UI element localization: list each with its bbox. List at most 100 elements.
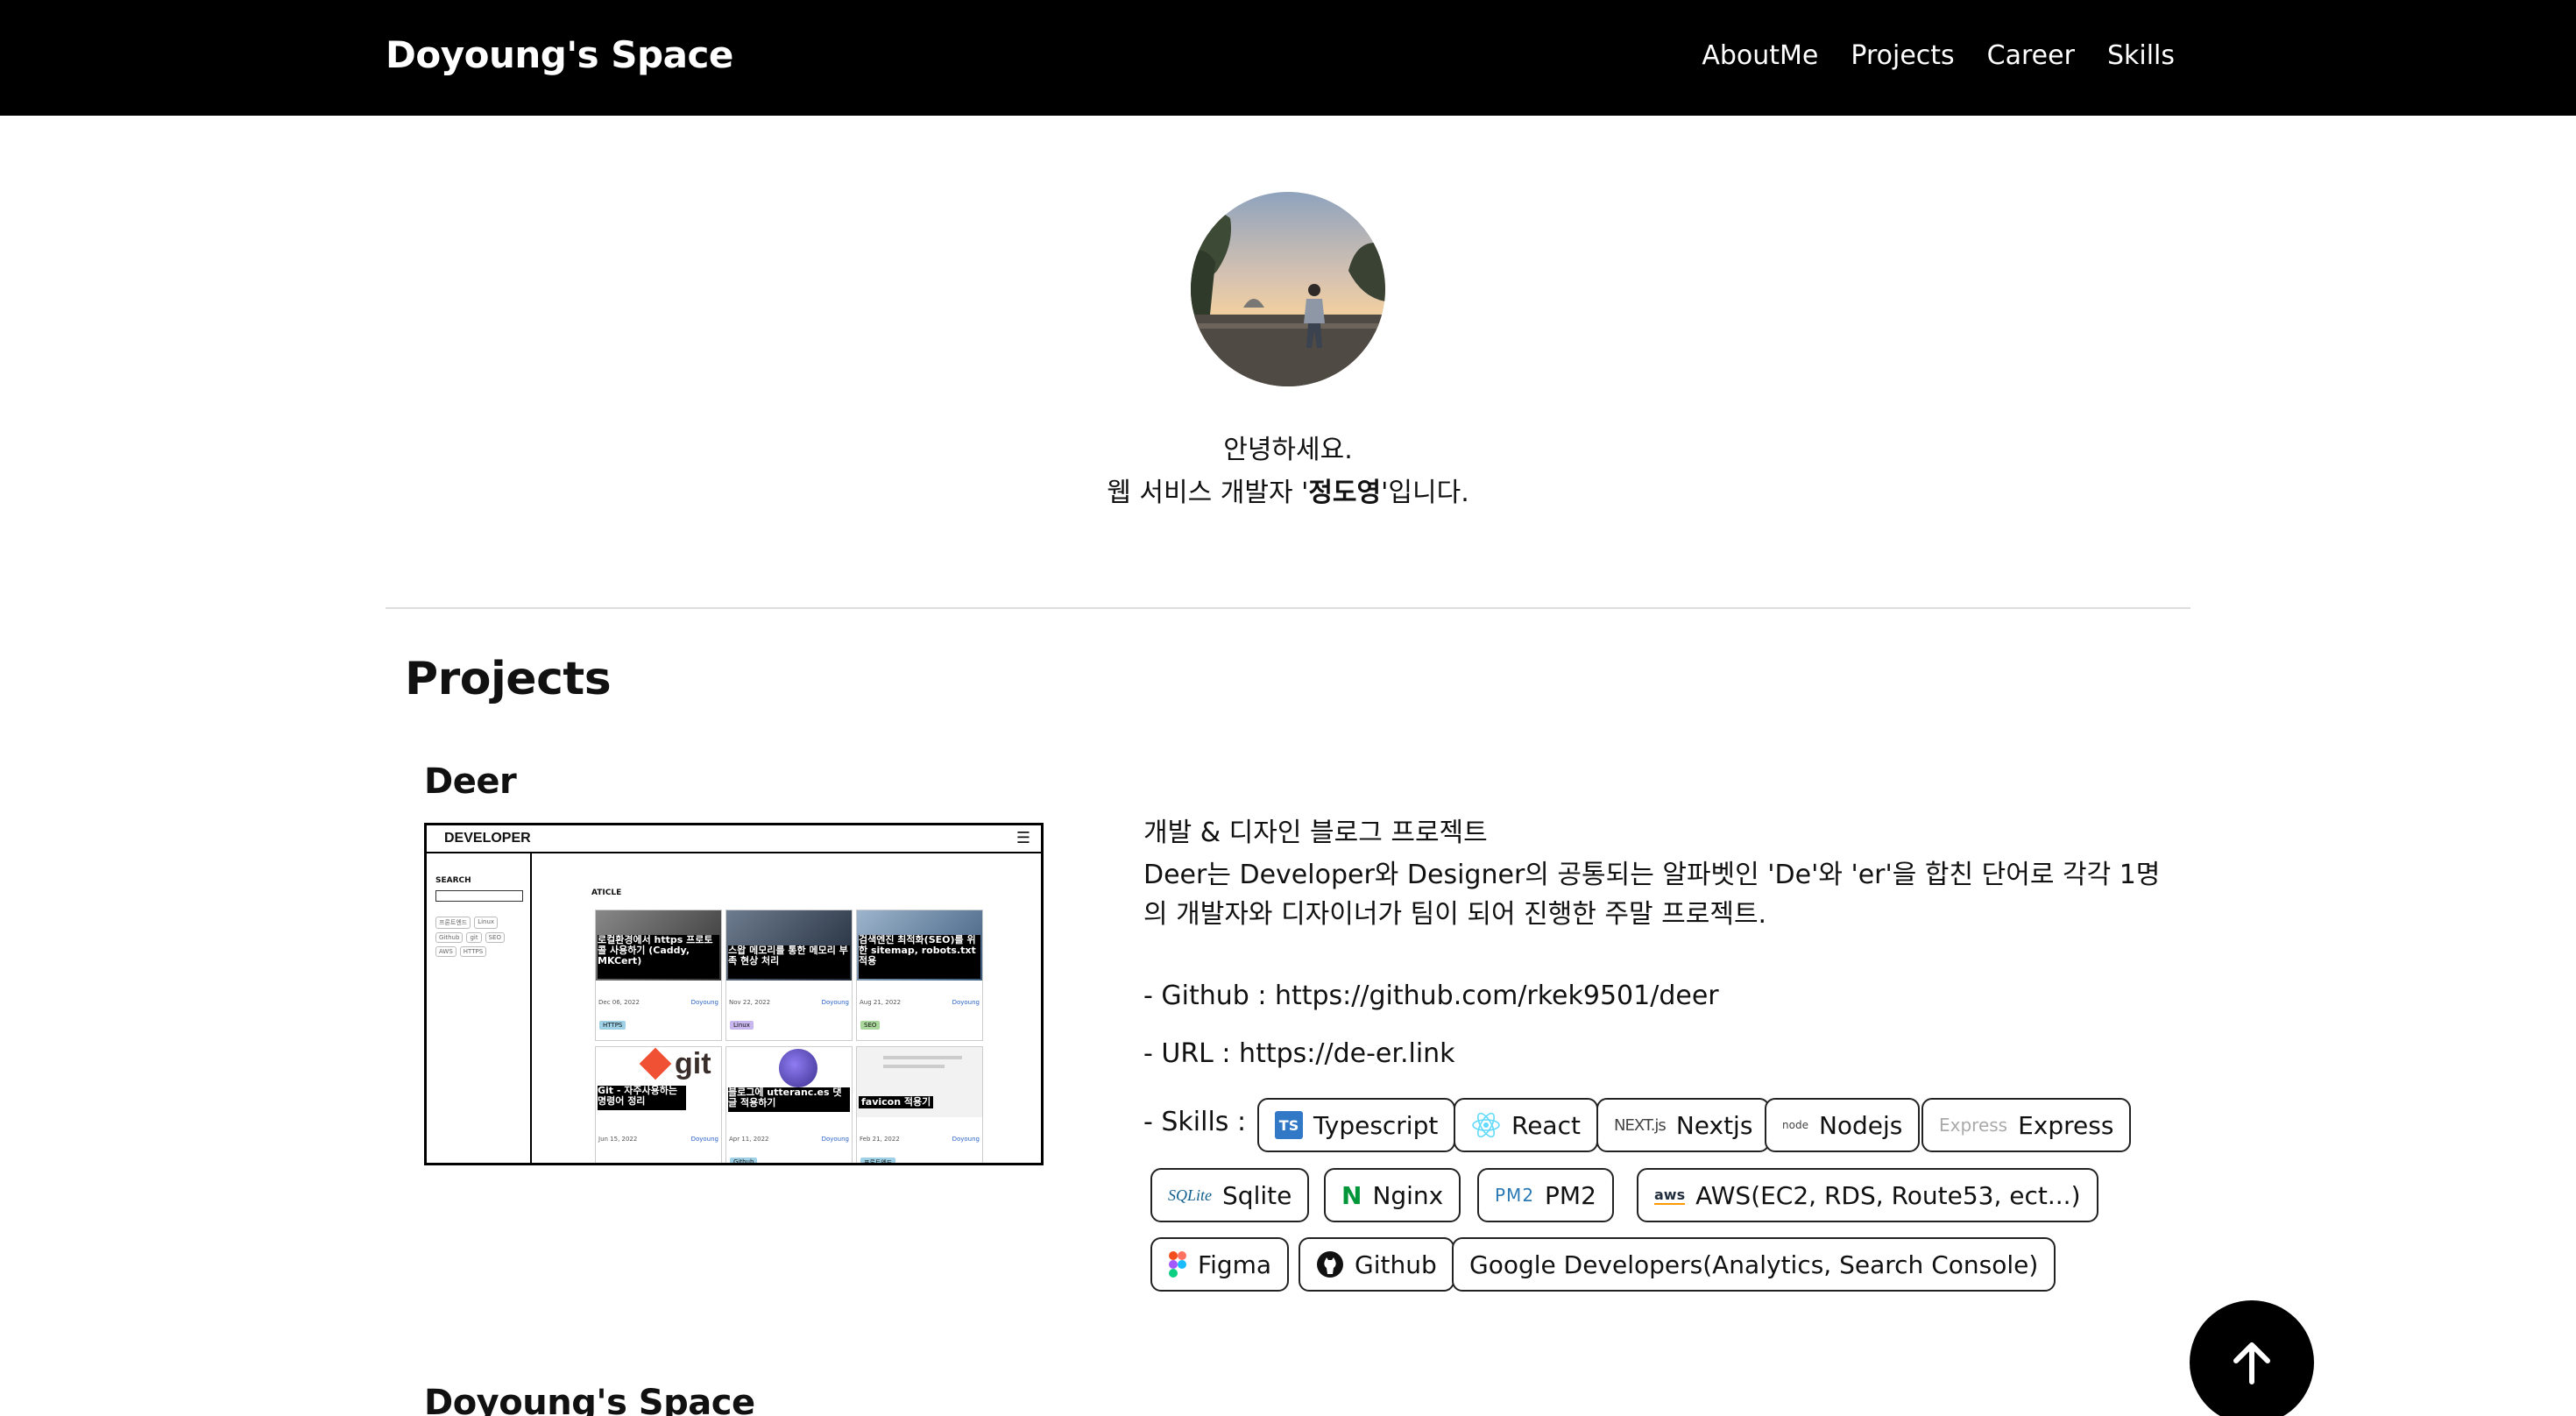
section-divider [386,607,2190,609]
skill-chip-label: Google Developers(Analytics, Search Cons… [1469,1250,2039,1279]
thumb-card: 로컬환경에서 https 프로토콜 사용하기 (Caddy, MKCert) D… [595,910,722,1041]
skill-chip-label: Express [2018,1110,2114,1140]
skill-chip-nodejs[interactable]: node Nodejs [1765,1098,1921,1152]
thumb-card-date: Nov 22, 2022 [729,999,771,1006]
thumb-card-image: 블로그에 utteranc.es 댓글 적용하기 [726,1047,852,1117]
thumb-sidebar: SEARCH 프론트엔드 Linux Github git SEO AWS HT… [427,853,532,1163]
project-thumbnail[interactable]: DEVELOPER ☰ SEARCH 프론트엔드 Linux Github gi… [424,823,1044,1165]
thumb-card-image: favicon 적용기 [857,1047,982,1117]
thumb-tag: HTTPS [459,946,487,957]
github-icon [1316,1250,1344,1278]
skill-chip-pm2[interactable]: PM2 PM2 [1477,1168,1614,1222]
project-github-link[interactable]: - Github : https://github.com/rkek9501/d… [1143,976,1719,1016]
skill-chip-typescript[interactable]: TS Typescript [1257,1098,1456,1152]
skill-chip-google-developers[interactable]: Google Developers(Analytics, Search Cons… [1452,1237,2056,1292]
project-url-link[interactable]: - URL : https://de-er.link [1143,1034,1455,1073]
thumb-card: git Git - 자주사용하는 명령어 정리 Jun 15, 2022 Doyo… [595,1046,722,1163]
thumb-menu-icon: ☰ [1016,829,1030,847]
thumb-search-label: SEARCH [435,876,471,885]
thumb-card-tag: HTTPS [599,1021,626,1030]
react-icon [1471,1110,1501,1140]
git-logo-icon [639,1047,672,1080]
skill-chip-sqlite[interactable]: SQLite Sqlite [1150,1168,1310,1222]
thumb-card-author: Doyoung [821,999,849,1006]
git-wordmark: git [675,1047,711,1080]
project-title-deer: Deer [424,761,517,802]
thumb-card-author: Doyoung [690,999,718,1006]
nginx-icon: N [1341,1180,1362,1210]
skill-chip-label: React [1511,1110,1581,1140]
thumb-card: 스왑 메모리를 통한 메모리 부족 현상 처리 Nov 22, 2022 Doyo… [725,910,853,1041]
sqlite-icon: SQLite [1168,1186,1213,1204]
thumb-card-date: Feb 21, 2022 [860,1136,900,1143]
nextjs-icon: NEXT.js [1614,1115,1667,1135]
thumb-card-date: Apr 11, 2022 [729,1136,769,1143]
skill-chip-label: Figma [1198,1250,1272,1279]
brand-logo[interactable]: Doyoung's Space [386,33,733,76]
skill-chip-github[interactable]: Github [1299,1237,1454,1292]
skill-chip-nextjs[interactable]: NEXT.js Nextjs [1596,1098,1771,1152]
thumb-tag: Github [435,932,464,943]
nav-link-career[interactable]: Career [1987,40,2075,71]
project-description-line-1: Deer는 Developer와 Designer의 공통되는 알파벳인 'De… [1143,860,2161,890]
skill-chip-label: Nextjs [1675,1110,1753,1140]
thumb-card-author: Doyoung [952,999,980,1006]
thumb-card-title: 블로그에 utteranc.es 댓글 적용하기 [728,1087,850,1112]
thumb-card: 블로그에 utteranc.es 댓글 적용하기 Apr 11, 2022 Doy… [725,1046,853,1163]
thumb-tag: git [466,932,482,943]
utterances-logo-icon [779,1049,817,1087]
project-summary: 개발 & 디자인 블로그 프로젝트 [1143,818,1488,848]
scroll-to-top-button[interactable] [2190,1300,2314,1416]
thumb-card-tag: SEO [860,1021,881,1030]
thumb-logo: DEVELOPER [444,831,531,846]
nav-link-skills[interactable]: Skills [2107,40,2175,71]
thumb-card-tag: Linux [730,1021,754,1030]
skill-chip-label: Github [1355,1250,1437,1279]
thumb-card: 검색엔진 최적화(SEO)를 위한 sitemap, robots.txt 적용… [856,910,983,1041]
thumb-card-author: Doyoung [821,1136,849,1143]
skill-chip-label: AWS(EC2, RDS, Route53, ect...) [1695,1180,2081,1210]
skill-chip-label: Nodejs [1818,1110,1903,1140]
skill-chip-label: Typescript [1313,1110,1439,1140]
thumb-card-author: Doyoung [690,1136,718,1143]
thumb-card-title: Git - 자주사용하는 명령어 정리 [598,1086,686,1110]
thumb-card-date: Dec 06, 2022 [598,999,640,1006]
skill-chip-nginx[interactable]: N Nginx [1324,1168,1461,1222]
project-title-doyoungs-space: Doyoung's Space [424,1383,755,1416]
thumb-card: favicon 적용기 Feb 21, 2022 Doyoung 프론트엔드 [856,1046,983,1163]
nav-link-aboutme[interactable]: AboutMe [1702,40,1818,71]
thumb-card-date: Aug 21, 2022 [860,999,902,1006]
greeting-line-1: 안녕하세요. [1223,435,1353,465]
thumb-card-title: 로컬환경에서 https 프로토콜 사용하기 (Caddy, MKCert) [598,935,719,979]
express-icon: Express [1939,1115,2008,1136]
typescript-icon: TS [1275,1111,1303,1139]
skill-chip-aws[interactable]: aws AWS(EC2, RDS, Route53, ect...) [1637,1168,2098,1222]
skill-chip-react[interactable]: React [1454,1098,1598,1152]
skill-chip-label: Nginx [1372,1180,1444,1210]
section-title-projects: Projects [405,653,612,705]
thumb-card-author: Doyoung [952,1136,980,1143]
thumb-tag-list: 프론트엔드 Linux Github git SEO AWS HTTPS [435,917,527,957]
thumb-card-title: favicon 적용기 [859,1096,934,1108]
thumb-tag: AWS [435,946,456,957]
thumb-card-date: Jun 15, 2022 [598,1136,638,1143]
thumb-article-label: ATICLE [591,889,622,897]
thumb-header: DEVELOPER ☰ [427,825,1041,853]
pm2-icon: PM2 [1495,1185,1535,1206]
thumb-card-image: 검색엔진 최적화(SEO)를 위한 sitemap, robots.txt 적용 [857,910,982,981]
thumb-card-image: 로컬환경에서 https 프로토콜 사용하기 (Caddy, MKCert) [596,910,721,981]
thumb-card-image: 스왑 메모리를 통한 메모리 부족 현상 처리 [726,910,852,981]
thumb-card-tag: 프론트엔드 [860,1158,896,1163]
skill-chip-label: PM2 [1545,1180,1596,1210]
skill-chip-express[interactable]: Express Express [1921,1098,2132,1152]
thumb-card-image: git Git - 자주사용하는 명령어 정리 [596,1047,721,1117]
aws-icon: aws [1654,1186,1686,1205]
skill-chip-figma[interactable]: Figma [1150,1237,1290,1292]
nav-link-projects[interactable]: Projects [1851,40,1954,71]
greeting-name: 정도영 [1308,478,1382,508]
main-nav: AboutMe Projects Career Skills [1702,40,2175,71]
profile-photo [1191,192,1385,386]
thumb-card-tag: Github [730,1158,758,1163]
arrow-up-icon [2233,1342,2270,1384]
nodejs-icon: node [1782,1119,1808,1131]
